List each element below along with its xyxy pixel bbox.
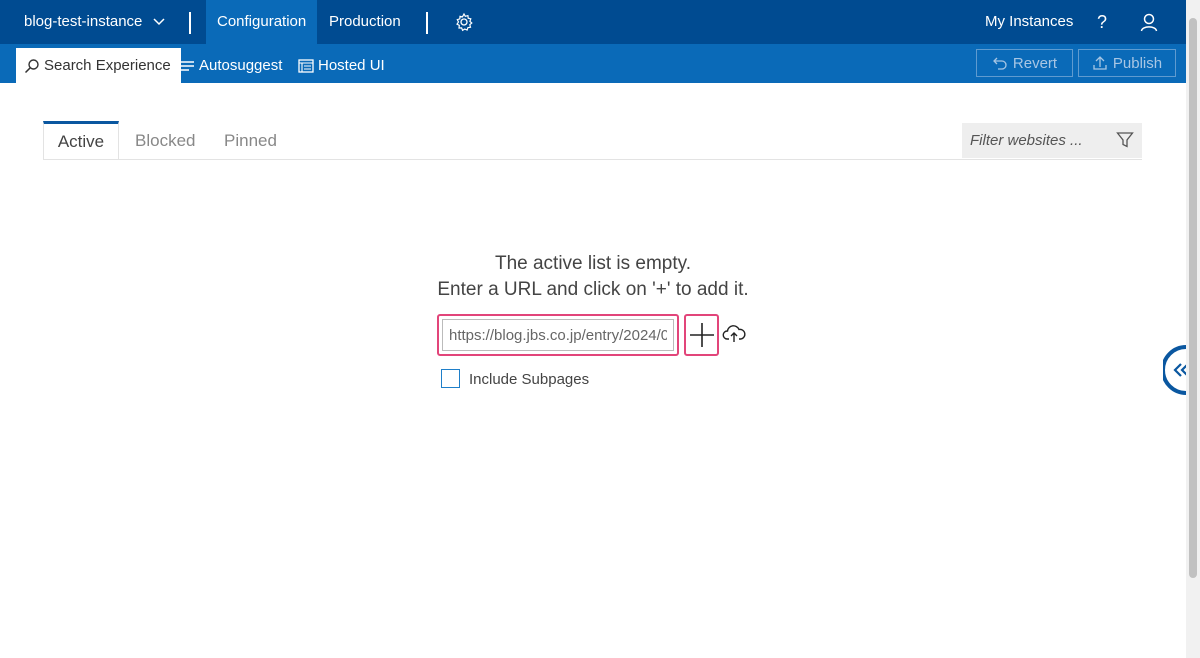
add-url-button[interactable] — [684, 314, 719, 356]
filter-box — [962, 123, 1142, 158]
tab-autosuggest[interactable]: Autosuggest — [179, 48, 282, 83]
my-instances-link[interactable]: My Instances — [985, 0, 1073, 44]
sub-bar: Search Experience Autosuggest Hosted UI … — [0, 44, 1186, 83]
include-subpages-checkbox[interactable] — [441, 369, 460, 388]
tab-hosted-ui[interactable]: Hosted UI — [298, 48, 385, 83]
empty-message: The active list is empty. — [494, 253, 692, 274]
hosted-ui-icon — [298, 58, 314, 73]
tab-label: Hosted UI — [318, 56, 385, 74]
tab-search-experience[interactable]: Search Experience — [16, 48, 181, 83]
publish-label: Publish — [1112, 54, 1163, 72]
tab-blocked[interactable]: Blocked — [135, 121, 195, 158]
scrollbar-thumb[interactable] — [1189, 18, 1197, 578]
tab-active[interactable]: Active — [43, 121, 119, 159]
url-input[interactable] — [442, 319, 674, 351]
revert-label: Revert — [1012, 54, 1058, 72]
cloud-upload-icon[interactable] — [722, 324, 746, 344]
empty-instruction: Enter a URL and click on '+' to add it. — [437, 279, 749, 300]
help-icon[interactable]: ? — [1097, 0, 1107, 44]
gear-icon[interactable] — [454, 12, 474, 32]
tab-pinned[interactable]: Pinned — [224, 121, 277, 158]
revert-icon — [992, 57, 1007, 70]
divider — [189, 12, 191, 34]
divider — [426, 12, 428, 34]
nav-configuration[interactable]: Configuration — [206, 0, 318, 44]
list-icon — [180, 60, 194, 71]
include-subpages-label: Include Subpages — [469, 371, 590, 388]
revert-button[interactable]: Revert — [976, 49, 1073, 77]
nav-production[interactable]: Production — [318, 0, 412, 44]
tab-label: Autosuggest — [199, 56, 283, 74]
search-icon — [24, 58, 39, 73]
url-input-wrapper — [437, 314, 679, 356]
scrollbar[interactable] — [1186, 0, 1200, 658]
filter-icon[interactable] — [1116, 131, 1134, 149]
chevron-down-icon[interactable] — [152, 15, 166, 29]
top-bar: blog-test-instance Configuration Product… — [0, 0, 1186, 44]
plus-icon — [689, 323, 714, 347]
publish-button[interactable]: Publish — [1078, 49, 1176, 77]
filter-websites-input[interactable] — [962, 123, 1120, 158]
tab-label: Search Experience — [44, 56, 171, 74]
user-icon[interactable] — [1139, 12, 1159, 32]
instance-selector[interactable]: blog-test-instance — [24, 0, 142, 44]
publish-icon — [1093, 56, 1107, 70]
